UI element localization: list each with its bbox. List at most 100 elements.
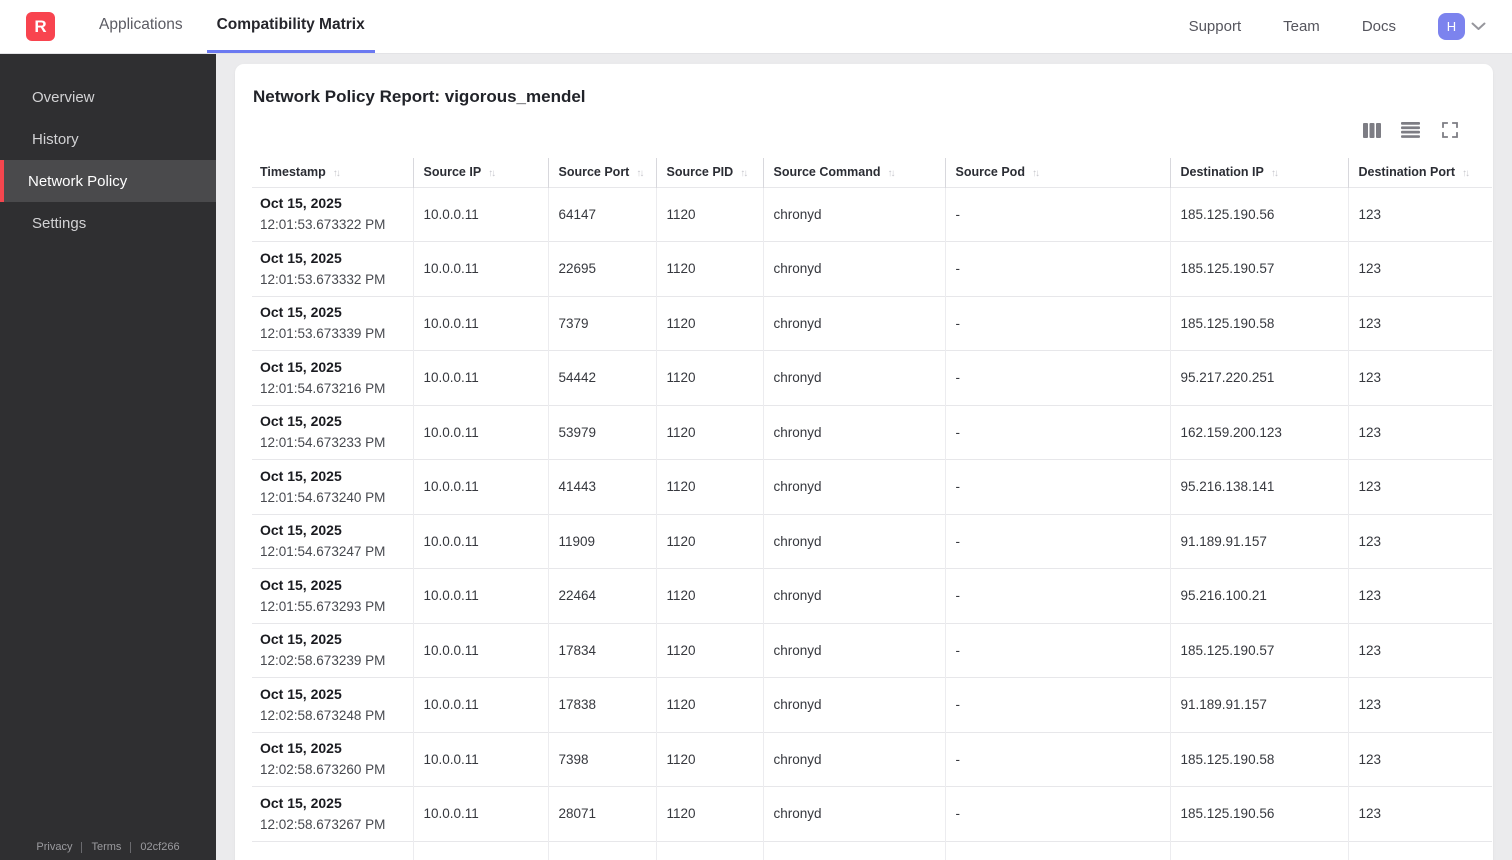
source-pod-cell: - bbox=[944, 513, 1170, 569]
nav-link-team[interactable]: Team bbox=[1283, 18, 1320, 35]
destination-port-cell: 123 bbox=[1347, 513, 1492, 569]
source-port-cell: 7398 bbox=[547, 731, 656, 787]
timestamp-time: 12:01:53.673332 PM bbox=[260, 271, 386, 287]
destination-ip-cell: 95.217.220.251 bbox=[1169, 350, 1348, 405]
source-pid-cell: 1120 bbox=[655, 513, 763, 569]
source-pid-cell: 1120 bbox=[655, 622, 763, 678]
fullscreen-button[interactable] bbox=[1440, 122, 1459, 140]
column-header-destination-port[interactable]: Destination Port ↑↓ bbox=[1347, 158, 1492, 187]
sidebar-item-history[interactable]: History bbox=[0, 118, 216, 160]
network-policy-table: Timestamp ↑↓ Source IP ↑↓ Source Port ↑↓ Sourc… bbox=[252, 158, 1492, 860]
main-content: Network Policy Report: vigorous_mendel T… bbox=[216, 54, 1512, 860]
sidebar-item-network-policy[interactable]: Network Policy bbox=[0, 160, 216, 202]
tab-applications[interactable]: Applications bbox=[89, 0, 193, 53]
sidebar-footer: Privacy Terms 02cf266 bbox=[0, 841, 216, 860]
rows-view-button[interactable] bbox=[1401, 122, 1420, 140]
source-pid-cell: 1120 bbox=[655, 568, 763, 623]
privacy-link[interactable]: Privacy bbox=[36, 841, 72, 853]
column-header-source-command[interactable]: Source Command ↑↓ bbox=[762, 158, 945, 187]
timestamp-time: 12:01:54.673240 PM bbox=[260, 489, 386, 505]
source-port-cell: 64147 bbox=[547, 186, 656, 242]
column-label: Source IP bbox=[423, 165, 482, 180]
timestamp-cell: Oct 15, 2025 12:01:53.673322 PM bbox=[252, 186, 413, 242]
destination-ip-cell: 91.189.91.157 bbox=[1169, 677, 1348, 732]
nav-link-support[interactable]: Support bbox=[1189, 18, 1242, 35]
footer-divider bbox=[130, 841, 132, 853]
timestamp-date: Oct 15, 2025 bbox=[260, 794, 342, 811]
app-logo[interactable]: R bbox=[26, 12, 55, 41]
source-pid-cell: 1120 bbox=[655, 295, 763, 351]
table-row: Oct 15, 2025 12:01:53.673322 PM 10.0.0.1… bbox=[252, 186, 1492, 242]
report-table-container: Timestamp ↑↓ Source IP ↑↓ Source Port ↑↓ Sourc… bbox=[252, 158, 1492, 860]
table-row: Oct 15, 2025 12:01:54.673233 PM 10.0.0.1… bbox=[252, 404, 1492, 460]
footer-divider bbox=[81, 841, 83, 853]
destination-port-cell: 123 bbox=[1347, 459, 1492, 514]
source-pid-cell: 1120 bbox=[655, 186, 763, 242]
logo-letter: R bbox=[34, 16, 47, 36]
timestamp-cell: Oct 15, 2025 12:01:53.673339 PM bbox=[252, 295, 413, 351]
source-ip-cell: 10.0.0.11 bbox=[412, 677, 548, 732]
source-ip-cell bbox=[412, 840, 548, 860]
table-row: Oct 15, 2025 12:01:54.673216 PM 10.0.0.1… bbox=[252, 350, 1492, 405]
destination-port-cell: 123 bbox=[1347, 186, 1492, 242]
column-header-timestamp[interactable]: Timestamp ↑↓ bbox=[252, 158, 413, 187]
destination-port-cell bbox=[1347, 840, 1492, 860]
sidebar-item-overview[interactable]: Overview bbox=[0, 76, 216, 118]
source-command-cell bbox=[762, 840, 945, 860]
source-ip-cell: 10.0.0.11 bbox=[412, 295, 548, 351]
timestamp-time: 12:02:58.673267 PM bbox=[260, 816, 386, 832]
top-navbar: R Applications Compatibility Matrix Suppo… bbox=[0, 0, 1512, 54]
terms-link[interactable]: Terms bbox=[91, 841, 121, 853]
source-port-cell bbox=[547, 840, 656, 860]
column-header-destination-ip[interactable]: Destination IP ↑↓ bbox=[1169, 158, 1348, 187]
timestamp-time: 12:01:53.673322 PM bbox=[260, 217, 386, 233]
column-header-source-pid[interactable]: Source PID ↑↓ bbox=[655, 158, 763, 187]
source-ip-cell: 10.0.0.11 bbox=[412, 459, 548, 514]
navbar-left: R Applications Compatibility Matrix bbox=[0, 0, 389, 53]
navbar-right: Support Team Docs H bbox=[1189, 0, 1512, 53]
destination-ip-cell: 185.125.190.58 bbox=[1169, 731, 1348, 787]
source-ip-cell: 10.0.0.11 bbox=[412, 513, 548, 569]
source-pod-cell: - bbox=[944, 568, 1170, 623]
source-pid-cell bbox=[655, 840, 763, 860]
column-label: Destination Port bbox=[1358, 165, 1456, 180]
destination-port-cell: 123 bbox=[1347, 241, 1492, 296]
timestamp-cell: Oct 15, 2025 12:01:53.673332 PM bbox=[252, 241, 413, 296]
chevron-down-icon[interactable] bbox=[1471, 22, 1486, 31]
source-pod-cell: - bbox=[944, 241, 1170, 296]
column-header-source-pod[interactable]: Source Pod ↑↓ bbox=[944, 158, 1170, 187]
source-port-cell: 28071 bbox=[547, 786, 656, 841]
sort-icon: ↑↓ bbox=[1462, 168, 1470, 180]
timestamp-date: Oct 15, 2025 bbox=[260, 522, 342, 539]
source-ip-cell: 10.0.0.11 bbox=[412, 622, 548, 678]
user-avatar[interactable]: H bbox=[1438, 13, 1465, 40]
sort-icon: ↑↓ bbox=[1270, 168, 1279, 180]
timestamp-date: Oct 15, 2025 bbox=[260, 576, 342, 593]
source-command-cell: chronyd bbox=[762, 186, 945, 242]
timestamp-cell: Oct 15, 2025 12:02:58.673248 PM bbox=[252, 677, 413, 732]
source-ip-cell: 10.0.0.11 bbox=[412, 568, 548, 623]
timestamp-time: 12:01:53.673339 PM bbox=[260, 326, 386, 342]
destination-ip-cell: 91.189.91.157 bbox=[1169, 513, 1348, 569]
source-pid-cell: 1120 bbox=[655, 459, 763, 514]
tab-compatibility-matrix[interactable]: Compatibility Matrix bbox=[206, 0, 375, 53]
sidebar-item-settings[interactable]: Settings bbox=[0, 202, 216, 244]
source-command-cell: chronyd bbox=[762, 350, 945, 405]
table-header-row: Timestamp ↑↓ Source IP ↑↓ Source Port ↑↓ Sourc… bbox=[252, 158, 1492, 187]
source-pid-cell: 1120 bbox=[655, 786, 763, 841]
column-header-source-ip[interactable]: Source IP ↑↓ bbox=[412, 158, 548, 187]
timestamp-time: 12:01:54.673247 PM bbox=[260, 544, 386, 560]
timestamp-cell: Oct 15, 2025 12:01:54.673233 PM bbox=[252, 404, 413, 460]
columns-view-button[interactable] bbox=[1362, 122, 1381, 140]
timestamp-cell: Oct 15, 2025 bbox=[252, 840, 413, 860]
sort-icon: ↑↓ bbox=[636, 168, 644, 180]
destination-port-cell: 123 bbox=[1347, 677, 1492, 732]
table-row: Oct 15, 2025 12:01:53.673339 PM 10.0.0.1… bbox=[252, 295, 1492, 351]
source-command-cell: chronyd bbox=[762, 731, 945, 787]
sort-icon: ↑↓ bbox=[1031, 168, 1040, 180]
timestamp-cell: Oct 15, 2025 12:02:58.673267 PM bbox=[252, 786, 413, 841]
destination-ip-cell bbox=[1169, 840, 1348, 860]
nav-link-docs[interactable]: Docs bbox=[1362, 18, 1396, 35]
timestamp-cell: Oct 15, 2025 12:02:58.673260 PM bbox=[252, 731, 413, 787]
column-header-source-port[interactable]: Source Port ↑↓ bbox=[547, 158, 656, 187]
